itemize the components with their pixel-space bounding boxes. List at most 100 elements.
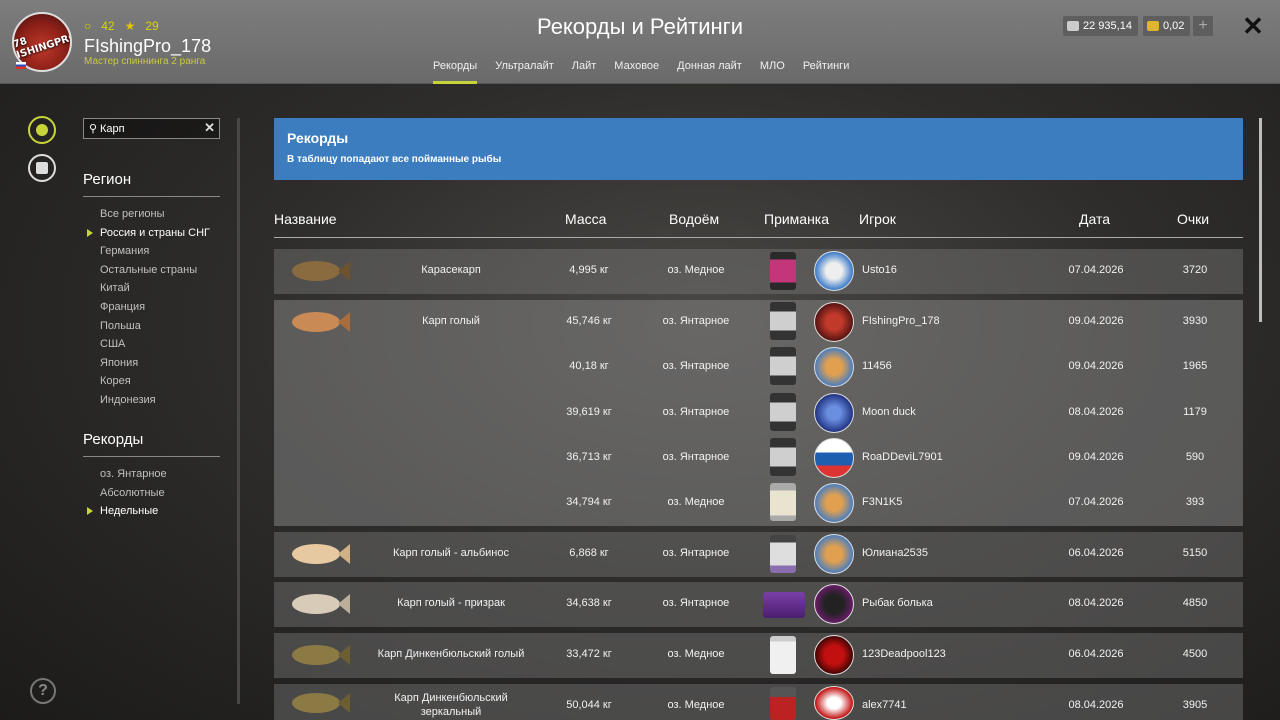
table-row[interactable]: Карп голый - альбинос 6,868 кг оз. Янтар…	[274, 532, 1243, 577]
region-item[interactable]: Польша	[100, 317, 210, 336]
archive-icon[interactable]	[28, 154, 56, 182]
player-name[interactable]: alex7741	[862, 699, 907, 711]
region-item[interactable]: США	[100, 335, 210, 354]
catch-date: 06.04.2026	[1068, 547, 1124, 559]
tab-records[interactable]: Рекорды	[424, 58, 486, 84]
player-avatar[interactable]	[814, 302, 854, 342]
fish-mass: 40,18 кг	[569, 360, 609, 372]
player-avatar[interactable]	[814, 635, 854, 675]
scrollbar[interactable]	[1259, 118, 1262, 322]
player-name[interactable]: FIshingPro_178	[862, 315, 940, 327]
fish-lake: оз. Янтарное	[662, 406, 730, 418]
clear-search-icon[interactable]: ✕	[204, 120, 215, 136]
fish-mass: 34,794 кг	[566, 496, 612, 508]
col-mass[interactable]: Масса	[565, 211, 606, 227]
fish-lake: оз. Медное	[667, 699, 725, 711]
fish-lake: оз. Янтарное	[662, 360, 730, 372]
catch-points: 1179	[1183, 406, 1207, 418]
col-bait: Приманка	[764, 211, 830, 227]
fish-mass: 4,995 кг	[569, 264, 609, 276]
player-avatar[interactable]	[814, 393, 854, 433]
col-date[interactable]: Дата	[1079, 211, 1110, 227]
player-name[interactable]: Юлиана2535	[862, 547, 928, 559]
player-avatar[interactable]	[814, 534, 854, 574]
fish-mass: 34,638 кг	[566, 597, 612, 609]
table-row-group: Карп голый 45,746 кг оз. Янтарное FIshin…	[274, 300, 1243, 526]
region-item[interactable]: Китай	[100, 279, 210, 298]
tab-mlo[interactable]: МЛО	[751, 58, 794, 84]
banner-title: Рекорды	[287, 130, 349, 146]
col-lake[interactable]: Водоём	[669, 211, 719, 227]
table-row[interactable]: Карп Динкенбюльский голый 33,472 кг оз. …	[274, 633, 1243, 678]
player-avatar[interactable]	[814, 686, 854, 720]
bait-icon	[770, 393, 796, 431]
search-icon: ⚲	[89, 123, 98, 135]
player-avatar[interactable]	[814, 483, 854, 523]
bait-icon	[770, 636, 796, 674]
region-item[interactable]: Индонезия	[100, 391, 210, 410]
catch-date: 08.04.2026	[1068, 406, 1124, 418]
tab-light[interactable]: Лайт	[563, 58, 606, 84]
player-name[interactable]: Moon duck	[862, 406, 916, 418]
search-box[interactable]: ⚲ ✕	[83, 118, 220, 139]
col-name[interactable]: Название	[274, 211, 337, 227]
fish-lake: оз. Янтарное	[662, 547, 730, 559]
records-item[interactable]: Абсолютные	[100, 484, 167, 503]
table-row[interactable]: Карп голый - призрак 34,638 кг оз. Янтар…	[274, 582, 1243, 627]
bait-icon	[770, 535, 796, 573]
bait-icon	[770, 302, 796, 340]
table-row[interactable]: Карасекарп 4,995 кг оз. Медное Usto16 07…	[274, 249, 1243, 294]
player-avatar[interactable]	[814, 347, 854, 387]
table-row[interactable]: Карп Динкенбюльский зеркальный 50,044 кг…	[274, 684, 1243, 720]
catch-date: 09.04.2026	[1068, 315, 1124, 327]
player-name[interactable]: Рыбак болька	[862, 597, 933, 609]
region-item[interactable]: Япония	[100, 354, 210, 373]
region-item[interactable]: Франция	[100, 298, 210, 317]
catch-points: 393	[1185, 496, 1205, 508]
bait-icon	[763, 592, 805, 618]
region-item[interactable]: Россия и страны СНГ	[87, 224, 210, 243]
player-rank: Мастер спиннинга 2 ранга	[84, 56, 206, 67]
player-name[interactable]: Usto16	[862, 264, 897, 276]
catch-date: 08.04.2026	[1068, 699, 1124, 711]
add-currency-button[interactable]: +	[1193, 16, 1213, 36]
fish-lake: оз. Янтарное	[662, 597, 730, 609]
region-item[interactable]: Корея	[100, 372, 210, 391]
players-icon[interactable]	[28, 116, 56, 144]
player-avatar[interactable]	[814, 251, 854, 291]
region-item[interactable]: Остальные страны	[100, 261, 210, 280]
player-avatar[interactable]	[814, 584, 854, 624]
fish-name: Карасекарп	[421, 264, 481, 276]
player-name[interactable]: RoaDDeviL7901	[862, 451, 943, 463]
fish-name: Карп голый - альбинос	[393, 547, 509, 559]
search-input[interactable]	[100, 121, 200, 136]
fish-lake: оз. Янтарное	[662, 451, 730, 463]
tab-ratings[interactable]: Рейтинги	[794, 58, 859, 84]
fish-name: Карп Динкенбюльский голый	[377, 648, 525, 660]
records-item[interactable]: Недельные	[87, 502, 167, 521]
player-avatar[interactable]	[814, 438, 854, 478]
region-item[interactable]: Германия	[100, 242, 210, 261]
gold-icon	[1147, 21, 1159, 31]
tab-float[interactable]: Маховое	[605, 58, 668, 84]
player-name[interactable]: F3N1K5	[862, 496, 902, 508]
player-name[interactable]: 11456	[862, 360, 892, 372]
records-item[interactable]: оз. Янтарное	[100, 465, 167, 484]
close-icon[interactable]: ✕	[1240, 12, 1266, 40]
fish-lake: оз. Медное	[667, 496, 725, 508]
fish-mass: 39,619 кг	[566, 406, 612, 418]
fish-icon	[292, 594, 350, 614]
col-points[interactable]: Очки	[1177, 211, 1209, 227]
catch-points: 4850	[1182, 597, 1208, 609]
fish-icon	[292, 544, 350, 564]
tab-ultralight[interactable]: Ультралайт	[486, 58, 563, 84]
tab-bottom-light[interactable]: Донная лайт	[668, 58, 751, 84]
col-player[interactable]: Игрок	[859, 211, 896, 227]
fish-lake: оз. Медное	[667, 648, 725, 660]
russia-flag-icon	[16, 62, 26, 69]
catch-points: 4500	[1182, 648, 1208, 660]
player-name[interactable]: 123Deadpool123	[862, 648, 946, 660]
help-icon[interactable]: ?	[30, 678, 56, 704]
fish-lake: оз. Медное	[667, 264, 725, 276]
region-item[interactable]: Все регионы	[100, 205, 210, 224]
